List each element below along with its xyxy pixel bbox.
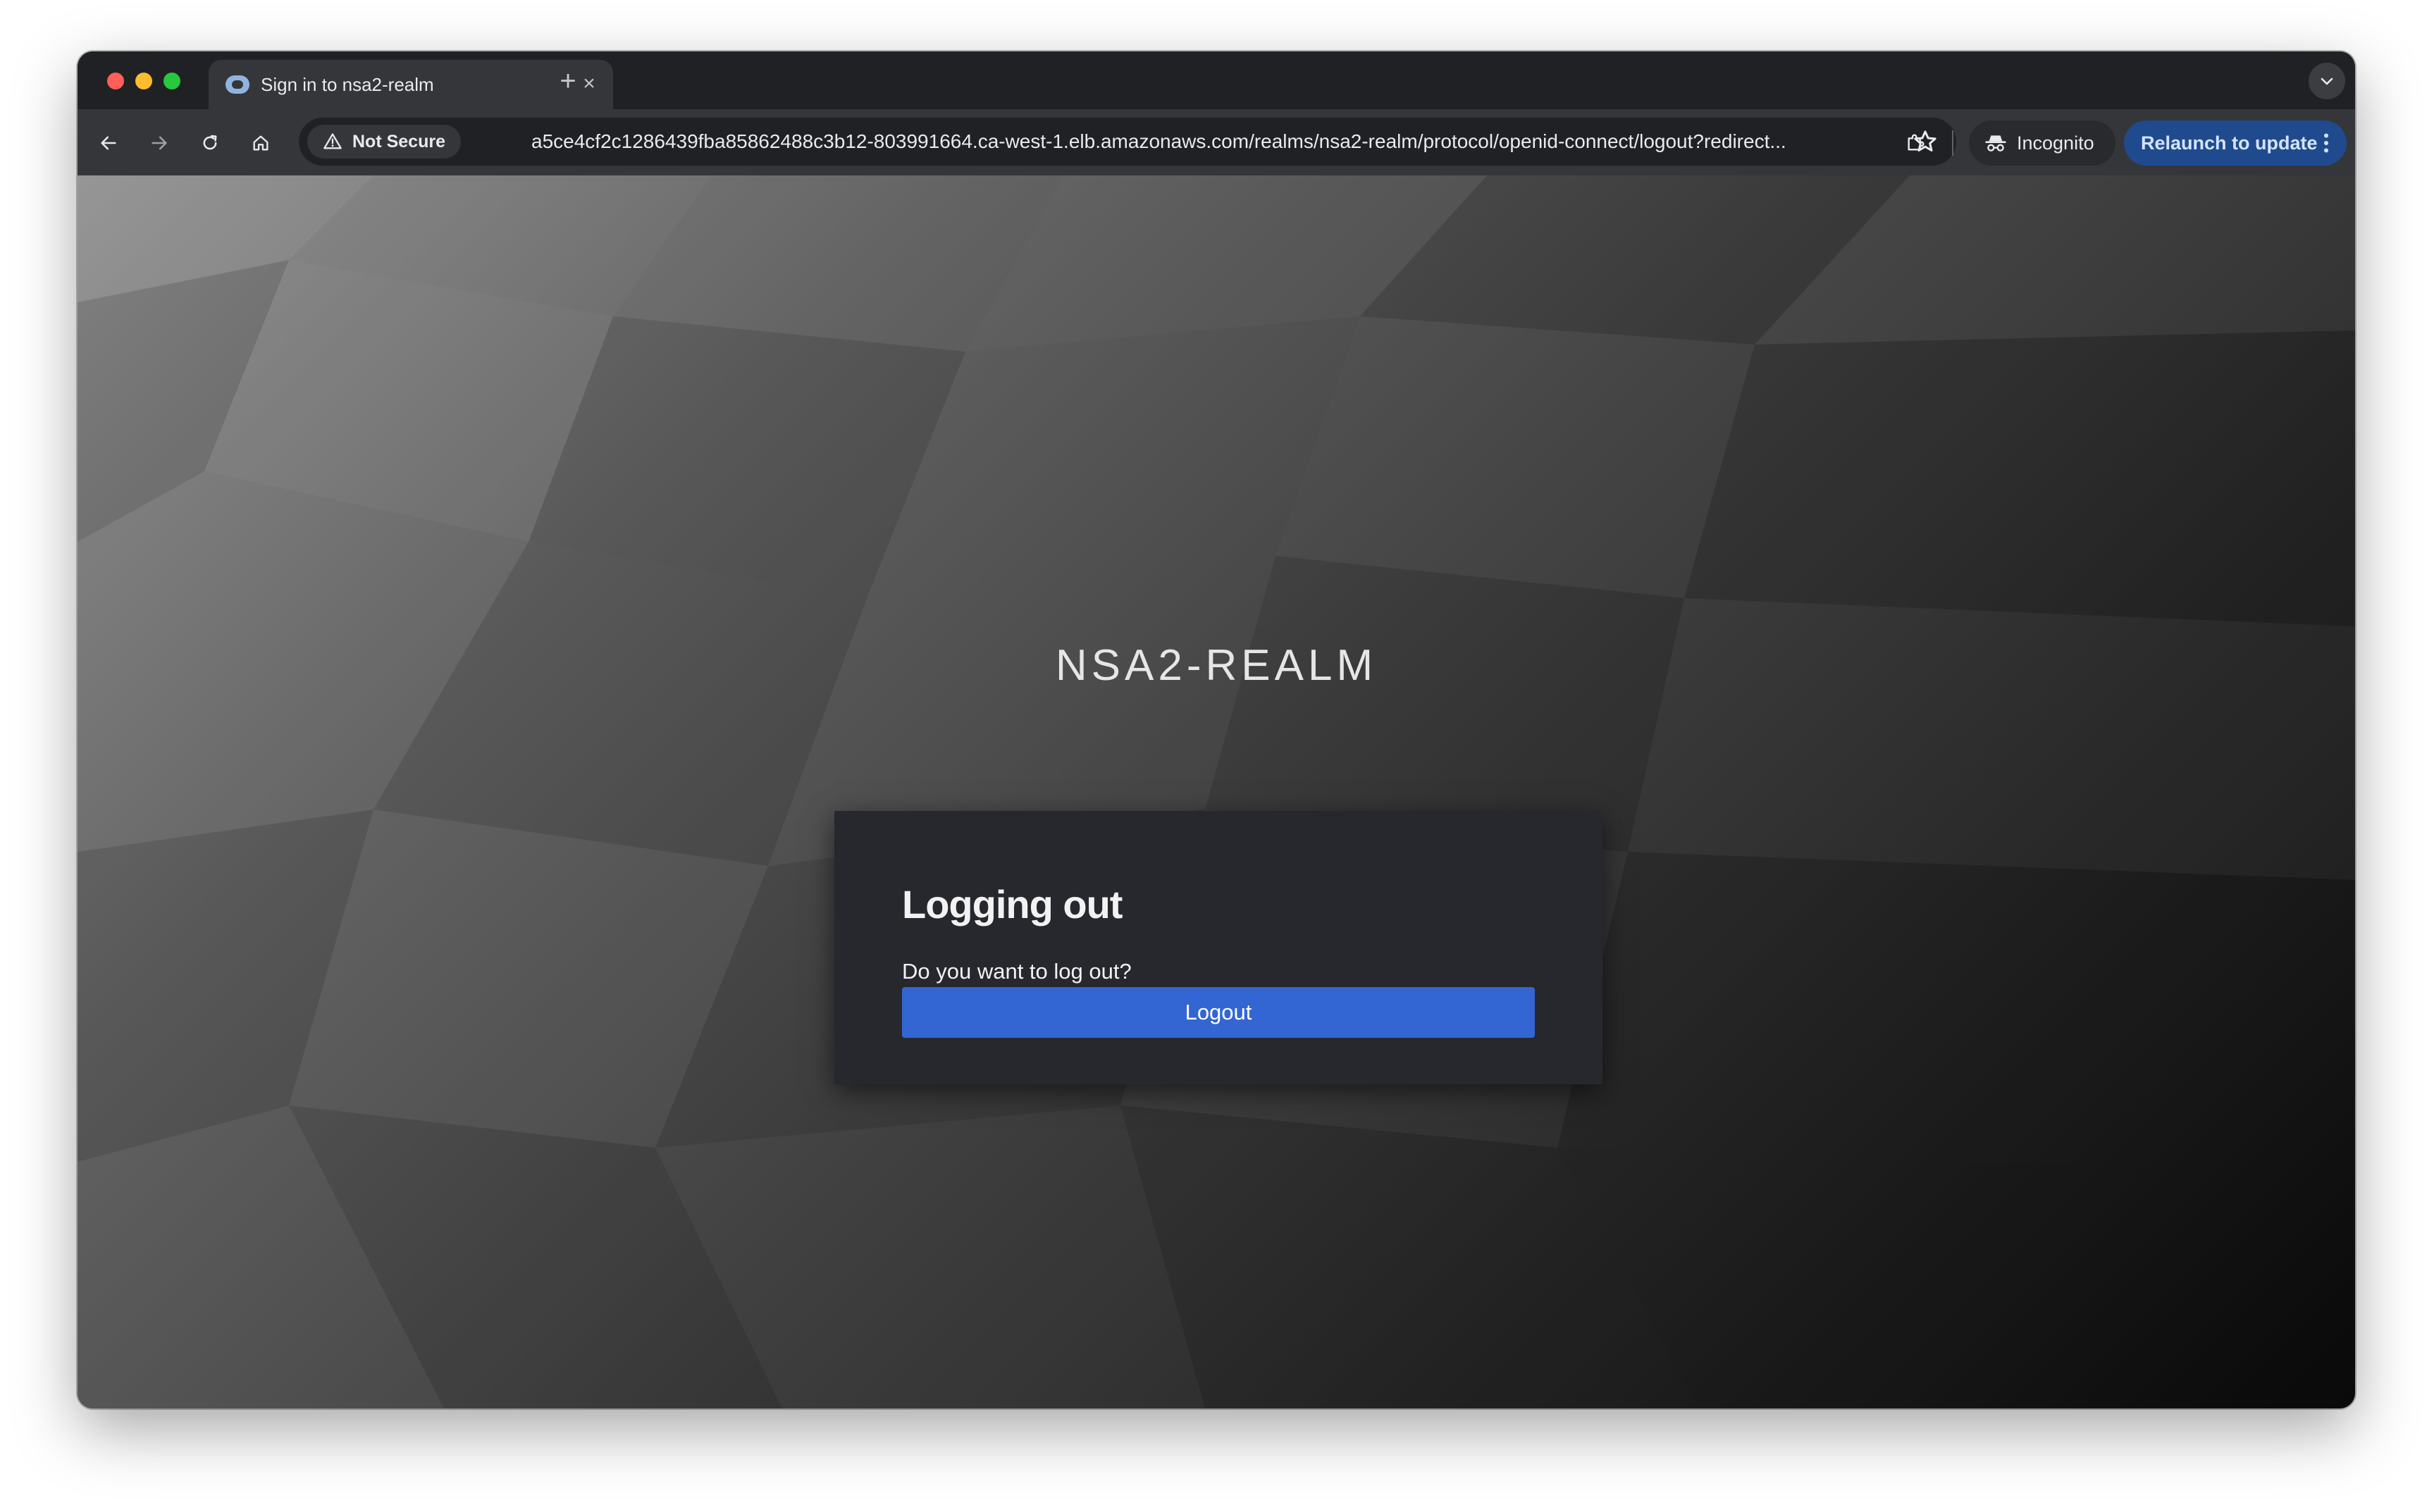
incognito-button[interactable]: Incognito xyxy=(1969,120,2115,166)
arrow-left-icon xyxy=(101,136,116,150)
security-chip-label: Not Secure xyxy=(352,132,445,151)
page-title: Logging out xyxy=(902,882,1123,927)
logout-button[interactable]: Logout xyxy=(902,987,1535,1038)
url-text[interactable]: a5ce4cf2c1286439fba85862488c3b12-8039916… xyxy=(531,130,1856,153)
back-button[interactable] xyxy=(89,123,128,163)
maximize-window-button[interactable] xyxy=(163,73,180,89)
polygon-background xyxy=(78,175,2355,1408)
logout-card: Logging out Do you want to log out? Logo… xyxy=(834,811,1602,1084)
chevron-down-icon xyxy=(2321,78,2333,85)
security-chip[interactable]: Not Secure xyxy=(307,125,461,159)
incognito-label: Incognito xyxy=(2017,132,2094,154)
reload-icon xyxy=(203,135,217,150)
logout-prompt: Do you want to log out? xyxy=(902,959,1132,984)
tab-search-button[interactable] xyxy=(2309,63,2345,99)
browser-toolbar: Not Secure a5ce4cf2c1286439fba85862488c3… xyxy=(78,109,2355,175)
favicon-icon xyxy=(226,75,249,94)
minimize-window-button[interactable] xyxy=(135,73,152,89)
tab-title: Sign in to nsa2-realm xyxy=(261,74,434,95)
close-window-button[interactable] xyxy=(107,73,124,89)
extensions-button[interactable] xyxy=(1896,123,1935,163)
tab-strip: Sign in to nsa2-realm × + xyxy=(78,51,2355,109)
toolbar-divider xyxy=(1952,130,1953,156)
more-vertical-icon[interactable] xyxy=(2317,130,2335,156)
puzzle-icon xyxy=(1908,134,1925,151)
relaunch-to-update-button[interactable]: Relaunch to update xyxy=(2124,120,2347,166)
home-button[interactable] xyxy=(241,123,280,163)
arrow-right-icon xyxy=(152,136,167,150)
home-icon xyxy=(253,135,268,151)
page-viewport: NSA2-REALM Logging out Do you want to lo… xyxy=(78,175,2355,1408)
relaunch-label: Relaunch to update xyxy=(2141,132,2318,154)
address-bar[interactable]: Not Secure a5ce4cf2c1286439fba85862488c3… xyxy=(299,118,1956,166)
warning-triangle-icon xyxy=(323,133,342,149)
realm-title: NSA2-REALM xyxy=(1055,641,1378,690)
reload-button[interactable] xyxy=(190,123,230,163)
incognito-icon xyxy=(1985,135,2006,151)
new-tab-button[interactable]: + xyxy=(548,61,588,101)
forward-button[interactable] xyxy=(140,123,179,163)
browser-window: Sign in to nsa2-realm × + Not Secure a5c… xyxy=(78,51,2355,1408)
